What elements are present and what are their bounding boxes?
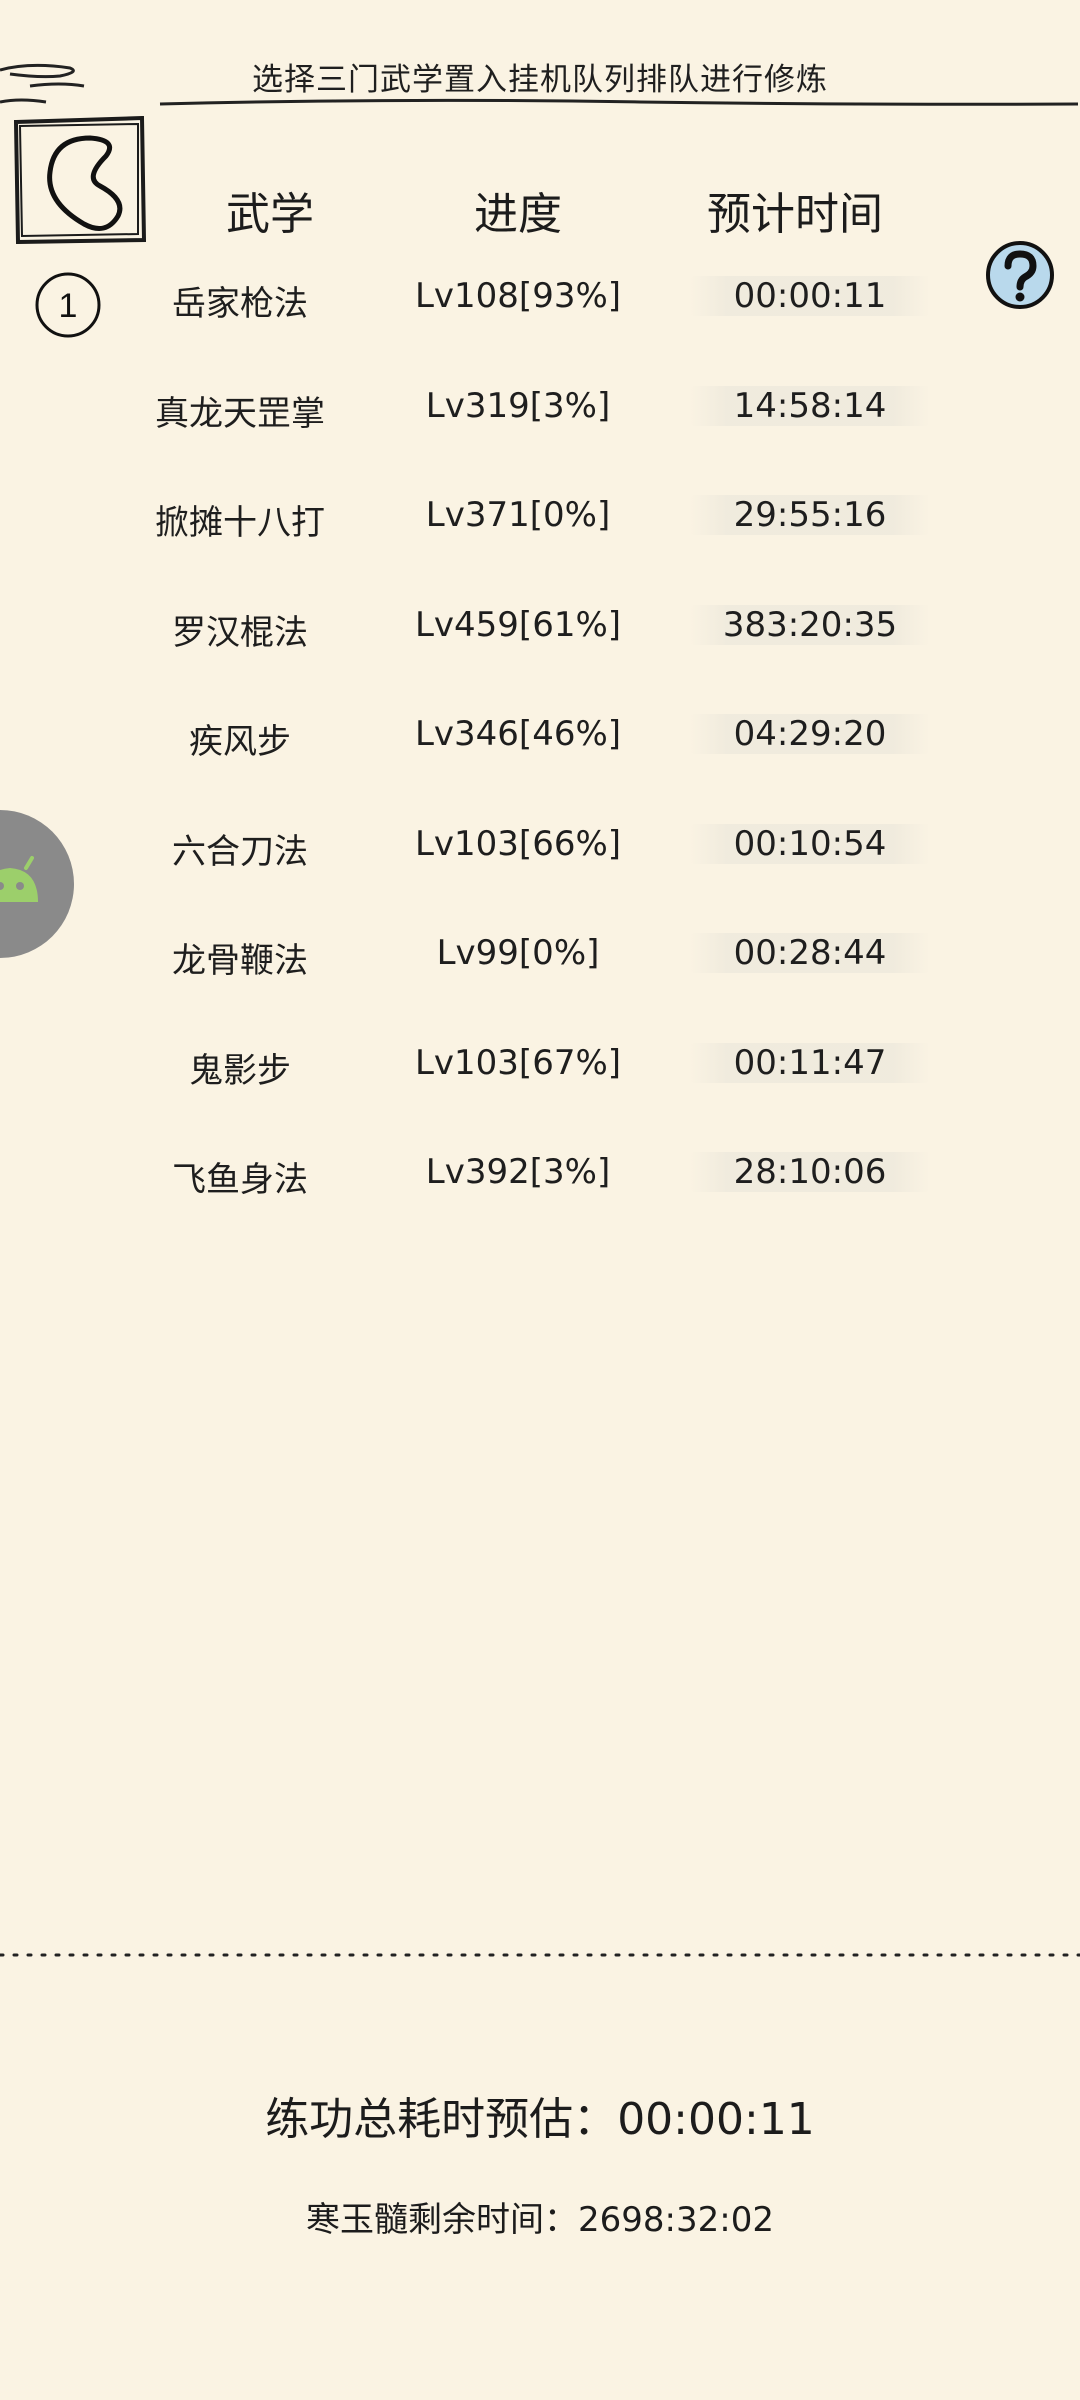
skill-name: 疾风步 bbox=[189, 722, 291, 762]
skill-row[interactable]: 龙骨鞭法 Lv99[0%] 00:28:44 bbox=[0, 917, 1080, 1027]
skill-progress: Lv371[0%] bbox=[425, 495, 611, 535]
skill-eta: 00:11:47 bbox=[690, 1042, 930, 1083]
skill-name: 真龙天罡掌 bbox=[155, 393, 325, 434]
skill-row[interactable]: 六合刀法 Lv103[66%] 00:10:54 bbox=[0, 808, 1080, 918]
skill-eta: 00:28:44 bbox=[690, 933, 930, 973]
skill-eta: 29:55:16 bbox=[690, 495, 930, 535]
column-header-progress: 进度 bbox=[474, 189, 562, 240]
skill-row[interactable]: 掀摊十八打 Lv371[0%] 29:55:16 bbox=[0, 479, 1080, 589]
skill-name: 六合刀法 bbox=[172, 831, 308, 872]
back-arrow-icon bbox=[14, 116, 146, 244]
skill-progress: Lv103[67%] bbox=[414, 1042, 622, 1083]
skill-progress: Lv108[93%] bbox=[414, 276, 622, 316]
skill-progress: Lv319[3%] bbox=[425, 385, 611, 426]
dotted-divider bbox=[0, 1953, 1080, 1957]
skill-row[interactable]: 飞鱼身法 Lv392[3%] 28:10:06 bbox=[0, 1136, 1080, 1246]
skill-eta: 14:58:14 bbox=[690, 385, 930, 426]
skill-list: 岳家枪法 Lv108[93%] 00:00:11 真龙天罡掌 Lv319[3%]… bbox=[0, 260, 1080, 1246]
remaining-item-time: 寒玉髓剩余时间：2698:32:02 bbox=[0, 2192, 1080, 2241]
skill-name: 鬼影步 bbox=[189, 1050, 291, 1091]
skill-eta: 28:10:06 bbox=[690, 1152, 930, 1192]
skill-name: 岳家枪法 bbox=[172, 284, 308, 324]
back-button[interactable] bbox=[14, 116, 146, 244]
remaining-item-time-value: 2698:32:02 bbox=[578, 2200, 774, 2240]
remaining-item-time-label: 寒玉髓剩余时间： bbox=[306, 2200, 579, 2240]
skill-progress: Lv459[61%] bbox=[414, 604, 622, 645]
column-header-eta: 预计时间 bbox=[707, 189, 883, 240]
column-header-skill: 武学 bbox=[226, 189, 314, 240]
skill-progress: Lv346[46%] bbox=[414, 714, 622, 754]
skill-name: 罗汉棍法 bbox=[172, 612, 308, 653]
page-title: 选择三门武学置入挂机队列排队进行修炼 bbox=[252, 62, 828, 98]
skill-eta: 383:20:35 bbox=[690, 604, 930, 645]
skill-name: 龙骨鞭法 bbox=[172, 941, 308, 981]
skill-name: 掀摊十八打 bbox=[155, 503, 325, 543]
skill-name: 飞鱼身法 bbox=[172, 1160, 308, 1200]
total-training-time: 练功总耗时预估：00:00:11 bbox=[0, 2083, 1080, 2147]
skill-row[interactable]: 岳家枪法 Lv108[93%] 00:00:11 bbox=[0, 260, 1080, 370]
skill-row[interactable]: 鬼影步 Lv103[67%] 00:11:47 bbox=[0, 1027, 1080, 1137]
total-training-time-value: 00:00:11 bbox=[617, 2094, 815, 2145]
skill-row[interactable]: 真龙天罡掌 Lv319[3%] 14:58:14 bbox=[0, 370, 1080, 480]
skill-eta: 04:29:20 bbox=[690, 714, 930, 754]
skill-progress: Lv99[0%] bbox=[436, 933, 600, 973]
skill-eta: 00:10:54 bbox=[690, 823, 930, 864]
total-training-time-label: 练功总耗时预估： bbox=[265, 2094, 618, 2145]
skill-progress: Lv392[3%] bbox=[425, 1152, 611, 1192]
skill-progress: Lv103[66%] bbox=[414, 823, 622, 864]
skill-row[interactable]: 疾风步 Lv346[46%] 04:29:20 bbox=[0, 698, 1080, 808]
skill-row[interactable]: 罗汉棍法 Lv459[61%] 383:20:35 bbox=[0, 589, 1080, 699]
skill-eta: 00:00:11 bbox=[690, 276, 930, 316]
